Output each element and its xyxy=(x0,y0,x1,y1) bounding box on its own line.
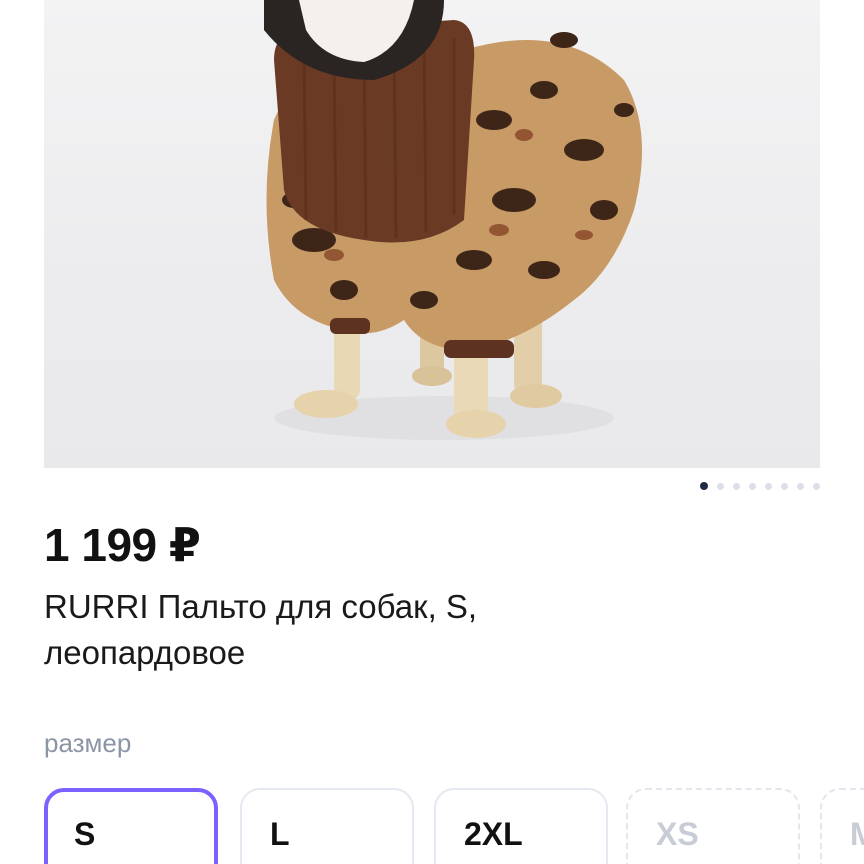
size-option-2xl[interactable]: 2XL xyxy=(434,788,608,864)
carousel-dot[interactable] xyxy=(733,482,740,490)
product-price: 1 199 ₽ xyxy=(44,519,201,571)
carousel-dot-active[interactable] xyxy=(700,482,708,490)
size-label: размер xyxy=(44,728,132,758)
carousel-dot[interactable] xyxy=(797,482,804,490)
size-option-s[interactable]: S xyxy=(44,788,218,864)
size-option-label: XS xyxy=(656,816,699,852)
carousel-dot[interactable] xyxy=(813,482,820,490)
carousel-dot[interactable] xyxy=(717,482,724,490)
size-option-l[interactable]: L xyxy=(240,788,414,864)
product-title: RURRI Пальто для собак, S, леопардовое xyxy=(44,588,478,671)
size-option-xs[interactable]: XS xyxy=(626,788,800,864)
carousel-dot[interactable] xyxy=(781,482,788,490)
size-option-label: 2XL xyxy=(464,816,523,852)
product-page: 1 199 ₽ RURRI Пальто для собак, S, леопа… xyxy=(0,0,864,864)
size-option-label: L xyxy=(270,816,290,852)
size-option-label: S xyxy=(74,816,96,852)
size-option-m[interactable]: M xyxy=(820,788,864,864)
carousel-dot[interactable] xyxy=(749,482,756,490)
size-option-label: M xyxy=(850,816,864,852)
carousel-dots[interactable] xyxy=(700,480,820,492)
dog-coat-illustration xyxy=(264,0,642,440)
carousel-dot[interactable] xyxy=(765,482,772,490)
product-photo[interactable] xyxy=(44,0,820,468)
